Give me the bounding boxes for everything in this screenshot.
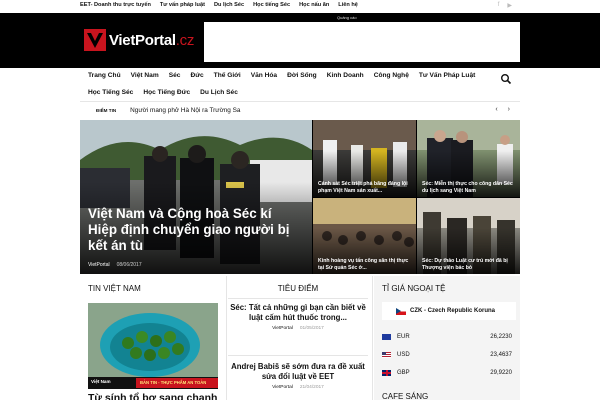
rate-code-usd: USD	[397, 352, 410, 358]
featured-main-date: 08/06/2017	[116, 262, 142, 268]
vietnam-news-badge-right: BẢN TIN - THỰC PHẨM AN TOÀN	[140, 380, 207, 385]
youtube-icon[interactable]: ▶	[507, 2, 512, 9]
nav-item-learn-czech[interactable]: Học Tiếng Séc	[88, 89, 143, 96]
logo-main: VietPortal	[109, 31, 176, 49]
column-separator-1	[226, 276, 227, 400]
news-ticker: ĐIỂM TIN Người mang phở Hà Nội ra Trường…	[80, 102, 520, 118]
chevron-right-icon[interactable]: ›	[508, 106, 510, 113]
highlight-article-1-date: 01/05/2017	[299, 326, 324, 332]
ticker-arrows: ‹ ›	[495, 106, 510, 113]
rate-value-eur: 26,2230	[490, 334, 512, 340]
rate-code-eur: EUR	[397, 334, 410, 340]
featured-main-headline[interactable]: Việt Nam và Cộng hoà Séc kí Hiệp định ch…	[88, 206, 304, 254]
featured-tile-2[interactable]: Séc: Miễn thị thực cho công dân Séc du l…	[417, 120, 520, 197]
highlight-article-2-date: 21/04/2017	[299, 385, 324, 391]
highlight-article-1[interactable]: Séc: Tất cả những gì bạn cần biết về luậ…	[228, 303, 368, 331]
vietnam-news-image	[88, 303, 218, 389]
rate-value-usd: 23,4637	[490, 352, 512, 358]
exchange-title-overlay: TỈ GIÁ NGOẠI TỆ	[382, 284, 446, 293]
nav-item-vietnam[interactable]: Việt Nam	[131, 72, 169, 79]
highlights-divider-top	[228, 298, 368, 299]
featured-tile-1-caption[interactable]: Cảnh sát Séc triệt phá băng đảng lội phạ…	[318, 181, 412, 194]
featured-tile-4-caption[interactable]: Séc: Dự thảo Luật cư trú mới đã bị Thượn…	[422, 258, 516, 271]
section-title-highlights[interactable]: TIÊU ĐIỂM	[228, 284, 368, 293]
featured-main-article[interactable]: Việt Nam và Cộng hoà Séc kí Hiệp định ch…	[80, 120, 312, 274]
highlight-article-2[interactable]: Andrej Babiš sẽ sớm đưa ra đề xuất sửa đ…	[228, 362, 368, 390]
nav-row-primary: Trang Chủ Việt Nam Séc Đức Thế Giới Văn …	[88, 72, 485, 79]
highlights-divider-middle	[228, 355, 368, 356]
nav-item-life[interactable]: Đời Sống	[287, 72, 327, 79]
rate-row-eur: EUR 26,2230	[382, 330, 516, 344]
logo-text: VietPortal.cz	[109, 32, 194, 49]
eu-flag-icon	[382, 334, 391, 340]
highlight-article-1-meta: VietPortal 01/05/2017	[228, 326, 368, 331]
top-link-contact[interactable]: Liên hệ	[338, 2, 358, 8]
vietnam-news-thumbnail[interactable]: Việt Nam BẢN TIN - THỰC PHẨM AN TOÀN	[88, 303, 218, 389]
nav-item-legal[interactable]: Tư Vấn Pháp Luật	[419, 72, 485, 79]
vietnam-news-badge-left: Việt Nam	[91, 379, 111, 384]
ticker-tag: ĐIỂM TIN	[96, 107, 117, 113]
main-nav: Trang Chủ Việt Nam Séc Đức Thế Giới Văn …	[80, 68, 520, 118]
nav-item-travel-czech[interactable]: Du Lịch Séc	[200, 89, 248, 96]
nav-item-learn-german[interactable]: Học Tiếng Đức	[143, 89, 200, 96]
rate-row-usd: USD 23,4637	[382, 348, 516, 362]
section-vietnam-news: TIN VIỆT NAM Việt Nam BẢN TIN - THỰC PHẨ…	[80, 276, 224, 400]
top-link-czech[interactable]: Học tiếng Séc	[253, 2, 290, 8]
section-highlights: TIÊU ĐIỂM Séc: Tất cả những gì bạn cần b…	[228, 276, 368, 400]
top-link-travel[interactable]: Du lịch Séc	[214, 2, 244, 8]
highlight-article-2-author[interactable]: VietPortal	[272, 385, 293, 390]
search-icon[interactable]	[500, 72, 512, 85]
site-logo[interactable]: VietPortal.cz	[84, 29, 194, 51]
nav-item-czech[interactable]: Séc	[169, 72, 191, 79]
highlight-article-2-meta: VietPortal 21/04/2017	[228, 385, 368, 390]
highlight-article-1-author[interactable]: VietPortal	[272, 326, 293, 331]
us-flag-icon	[382, 352, 391, 358]
highlight-article-1-title[interactable]: Séc: Tất cả những gì bạn cần biết về luậ…	[228, 303, 368, 323]
ticker-headline[interactable]: Người mang phở Hà Nội ra Trường Sa	[130, 107, 240, 114]
nav-item-germany[interactable]: Đức	[190, 72, 213, 79]
nav-item-culture[interactable]: Văn Hóa	[251, 72, 287, 79]
highlight-article-2-title[interactable]: Andrej Babiš sẽ sớm đưa ra đề xuất sửa đ…	[228, 362, 368, 382]
featured-tile-4[interactable]: Séc: Dự thảo Luật cư trú mới đã bị Thượn…	[417, 198, 520, 274]
ad-label: Quảng cáo	[337, 15, 357, 20]
featured-tile-3[interactable]: Kinh hoàng vụ tấn công sân thị thực tại …	[313, 198, 416, 274]
featured-main-meta: VietPortal 08/06/2017	[88, 262, 142, 268]
section-title-cafe[interactable]: CAFE SÁNG	[382, 392, 428, 400]
featured-tile-1[interactable]: Cảnh sát Séc triệt phá băng đảng lội phạ…	[313, 120, 416, 197]
nav-item-home[interactable]: Trang Chủ	[88, 72, 131, 79]
nav-item-business[interactable]: Kinh Doanh	[327, 72, 374, 79]
base-currency[interactable]: CZK - Czech Republic Koruna	[382, 302, 516, 320]
top-link-cooking[interactable]: Học nấu ăn	[299, 2, 329, 8]
ad-banner[interactable]	[204, 22, 520, 62]
base-currency-label: CZK - Czech Republic Koruna	[410, 308, 496, 314]
top-links: EET- Doanh thu trực tuyến Tư vấn pháp lu…	[80, 2, 358, 8]
facebook-icon[interactable]: f	[498, 2, 500, 9]
column-separator-2	[372, 276, 373, 400]
nav-item-world[interactable]: Thế Giới	[214, 72, 251, 79]
top-bar: EET- Doanh thu trực tuyến Tư vấn pháp lu…	[0, 0, 600, 13]
top-link-legal[interactable]: Tư vấn pháp luật	[160, 2, 205, 8]
vietnam-news-headline[interactable]: Từ sính tổ bơ sang chanh	[88, 392, 217, 400]
uk-flag-icon	[382, 370, 391, 376]
nav-item-tech[interactable]: Công Nghệ	[374, 72, 419, 79]
rate-row-gbp: GBP 29,9220	[382, 366, 516, 380]
featured-main-author[interactable]: VietPortal	[88, 262, 110, 268]
chevron-left-icon[interactable]: ‹	[495, 106, 497, 113]
social-icons: f ▶	[498, 2, 512, 9]
logo-tld: .cz	[175, 31, 195, 49]
featured-grid: Việt Nam và Cộng hoà Séc kí Hiệp định ch…	[80, 120, 520, 274]
top-link-eet[interactable]: EET- Doanh thu trực tuyến	[80, 2, 151, 8]
nav-row-secondary: Học Tiếng Séc Học Tiếng Đức Du Lịch Séc	[88, 89, 248, 96]
featured-tile-3-caption[interactable]: Kinh hoàng vụ tấn công sân thị thực tại …	[318, 258, 412, 271]
featured-tile-2-caption[interactable]: Séc: Miễn thị thực cho công dân Séc du l…	[422, 181, 516, 194]
logo-v-icon	[84, 29, 106, 51]
section-title-vietnam[interactable]: TIN VIỆT NAM	[88, 284, 141, 293]
rate-code-gbp: GBP	[397, 370, 410, 376]
czech-flag-icon	[396, 307, 406, 315]
site-header: VietPortal.cz Quảng cáo	[0, 13, 600, 68]
rate-value-gbp: 29,9220	[490, 370, 512, 376]
